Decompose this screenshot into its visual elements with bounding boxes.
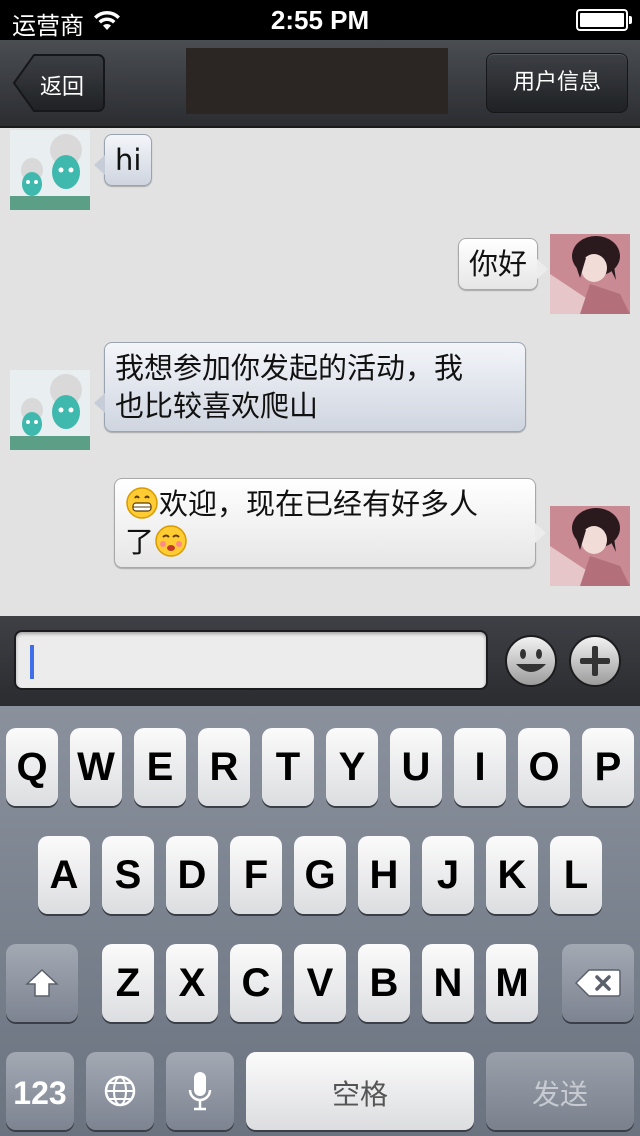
- delete-key[interactable]: [562, 944, 634, 1022]
- message-line: 也比较喜欢爬山: [115, 389, 319, 423]
- message-input-bar: [0, 616, 640, 706]
- smiley-icon[interactable]: [504, 634, 558, 688]
- key-z[interactable]: Z: [102, 944, 154, 1022]
- key-k[interactable]: K: [486, 836, 538, 914]
- message-line: 欢迎，现在已经有好多人: [159, 487, 479, 521]
- numbers-key-label: 123: [13, 1075, 67, 1111]
- contact-avatar[interactable]: [10, 370, 90, 450]
- key-l[interactable]: L: [550, 836, 602, 914]
- text-cursor: [30, 645, 34, 679]
- key-h[interactable]: H: [358, 836, 410, 914]
- incoming-message-bubble[interactable]: 我想参加你发起的活动，我 也比较喜欢爬山: [94, 342, 526, 432]
- key-i[interactable]: I: [454, 728, 506, 806]
- key-j[interactable]: J: [422, 836, 474, 914]
- message-line: 我想参加你发起的活动，我: [115, 351, 464, 385]
- grinning-face-icon: [126, 487, 158, 519]
- key-u[interactable]: U: [390, 728, 442, 806]
- chat-area[interactable]: hi 你好 我想参加你发起的活动，我 也比较喜欢爬山 欢迎，现在已经有好多人 了: [0, 128, 640, 616]
- key-p[interactable]: P: [582, 728, 634, 806]
- key-t[interactable]: T: [262, 728, 314, 806]
- key-y[interactable]: Y: [326, 728, 378, 806]
- key-o[interactable]: O: [518, 728, 570, 806]
- status-time: 2:55 PM: [270, 5, 370, 35]
- key-b[interactable]: B: [358, 944, 410, 1022]
- key-r[interactable]: R: [198, 728, 250, 806]
- keyboard: Q W E R T Y U I O P A S D F G H J K L Z …: [0, 706, 640, 1136]
- key-x[interactable]: X: [166, 944, 218, 1022]
- space-key-label: 空格: [331, 1078, 388, 1111]
- message-line: 了: [125, 525, 155, 559]
- message-input[interactable]: [14, 630, 488, 690]
- outgoing-message-bubble[interactable]: 欢迎，现在已经有好多人 了: [114, 478, 546, 568]
- globe-icon: [104, 1075, 136, 1107]
- back-button[interactable]: 返回: [12, 53, 106, 113]
- plus-icon[interactable]: [568, 634, 622, 688]
- key-s[interactable]: S: [102, 836, 154, 914]
- message-text: 你好: [468, 247, 527, 281]
- shift-key[interactable]: [6, 944, 78, 1022]
- dictation-key[interactable]: [166, 1052, 234, 1130]
- numbers-key[interactable]: 123: [6, 1052, 74, 1130]
- send-key-label: 发送: [531, 1078, 588, 1111]
- navigation-bar: 返回 用户信息: [0, 40, 640, 128]
- delete-icon: [575, 969, 621, 997]
- back-button-label: 返回: [40, 75, 85, 100]
- shift-icon: [25, 968, 59, 997]
- my-avatar[interactable]: [550, 506, 630, 586]
- key-g[interactable]: G: [294, 836, 346, 914]
- contact-avatar[interactable]: [10, 130, 90, 210]
- microphone-icon: [188, 1072, 212, 1111]
- outgoing-message-bubble[interactable]: 你好: [457, 238, 548, 290]
- incoming-message-bubble[interactable]: hi: [94, 134, 153, 186]
- key-m[interactable]: M: [486, 944, 538, 1022]
- key-d[interactable]: D: [166, 836, 218, 914]
- key-w[interactable]: W: [70, 728, 122, 806]
- battery-icon: [576, 9, 632, 31]
- blushing-face-icon: [155, 525, 187, 557]
- send-key[interactable]: 发送: [486, 1052, 634, 1130]
- key-v[interactable]: V: [294, 944, 346, 1022]
- key-a[interactable]: A: [38, 836, 90, 914]
- key-n[interactable]: N: [422, 944, 474, 1022]
- key-e[interactable]: E: [134, 728, 186, 806]
- my-avatar[interactable]: [550, 234, 630, 314]
- space-key[interactable]: 空格: [246, 1052, 474, 1130]
- message-text: hi: [115, 143, 142, 177]
- key-f[interactable]: F: [230, 836, 282, 914]
- key-q[interactable]: Q: [6, 728, 58, 806]
- globe-key[interactable]: [86, 1052, 154, 1130]
- nav-title-redacted: [186, 48, 448, 114]
- status-bar: 运营商 2:55 PM: [0, 0, 640, 40]
- user-info-button[interactable]: 用户信息: [486, 53, 628, 113]
- key-c[interactable]: C: [230, 944, 282, 1022]
